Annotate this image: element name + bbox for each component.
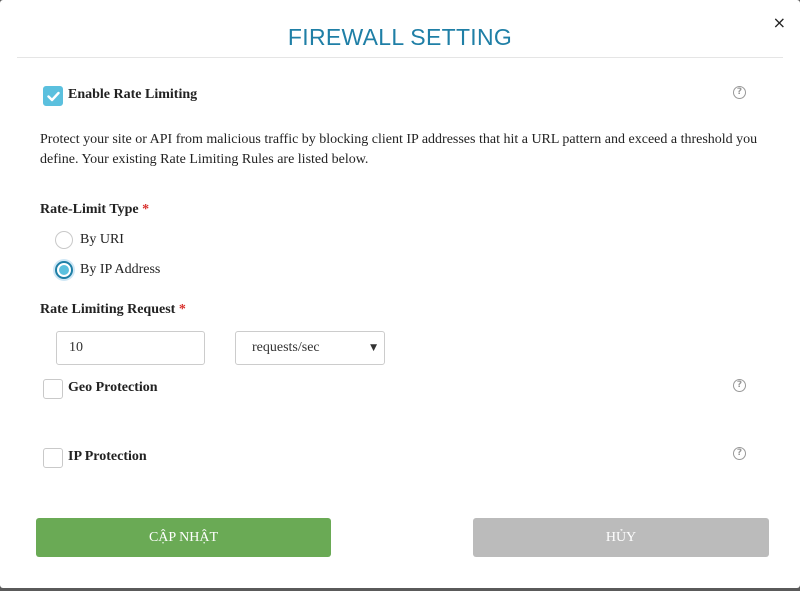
ip-protection-checkbox[interactable] (43, 448, 63, 468)
geo-protection-help-icon[interactable]: ? (733, 379, 746, 392)
update-button[interactable]: CẬP NHẬT (36, 518, 331, 557)
modal-header: FIREWALL SETTING (17, 0, 783, 58)
request-count-input[interactable]: 10 (56, 331, 205, 365)
radio-by-uri[interactable] (55, 231, 73, 249)
required-mark: * (178, 302, 186, 317)
radio-by-ip-address-label[interactable]: By IP Address (80, 262, 160, 278)
enable-rate-limiting-label[interactable]: Enable Rate Limiting (68, 87, 197, 103)
firewall-setting-modal: FIREWALL SETTING × Enable Rate Limiting … (0, 0, 800, 588)
modal-title: FIREWALL SETTING (287, 24, 513, 50)
radio-selected-dot (59, 265, 69, 275)
ip-protection-help-icon[interactable]: ? (733, 447, 746, 460)
chevron-down-icon: ▼ (370, 343, 377, 353)
close-icon[interactable]: × (773, 13, 786, 33)
ip-protection-label[interactable]: IP Protection (68, 449, 147, 465)
rate-limiting-request-label: Rate Limiting Request * (40, 302, 186, 318)
rate-limiting-help-icon[interactable]: ? (733, 86, 746, 99)
enable-rate-limiting-checkbox[interactable] (43, 86, 63, 106)
rate-limit-type-label-text: Rate-Limit Type (40, 202, 139, 217)
radio-by-ip-address[interactable] (55, 261, 73, 279)
geo-protection-label[interactable]: Geo Protection (68, 380, 158, 396)
request-unit-select[interactable]: requests/sec ▼ (235, 331, 385, 365)
geo-protection-checkbox[interactable] (43, 379, 63, 399)
rate-limit-type-label: Rate-Limit Type * (40, 202, 149, 218)
cancel-button[interactable]: HỦY (473, 518, 769, 557)
checkmark-icon (47, 91, 60, 102)
request-unit-selected-value: requests/sec (252, 340, 320, 355)
required-mark: * (142, 202, 150, 217)
rate-limiting-description: Protect your site or API from malicious … (40, 132, 758, 167)
radio-by-uri-label[interactable]: By URI (80, 232, 124, 248)
rate-limiting-request-label-text: Rate Limiting Request (40, 302, 176, 317)
